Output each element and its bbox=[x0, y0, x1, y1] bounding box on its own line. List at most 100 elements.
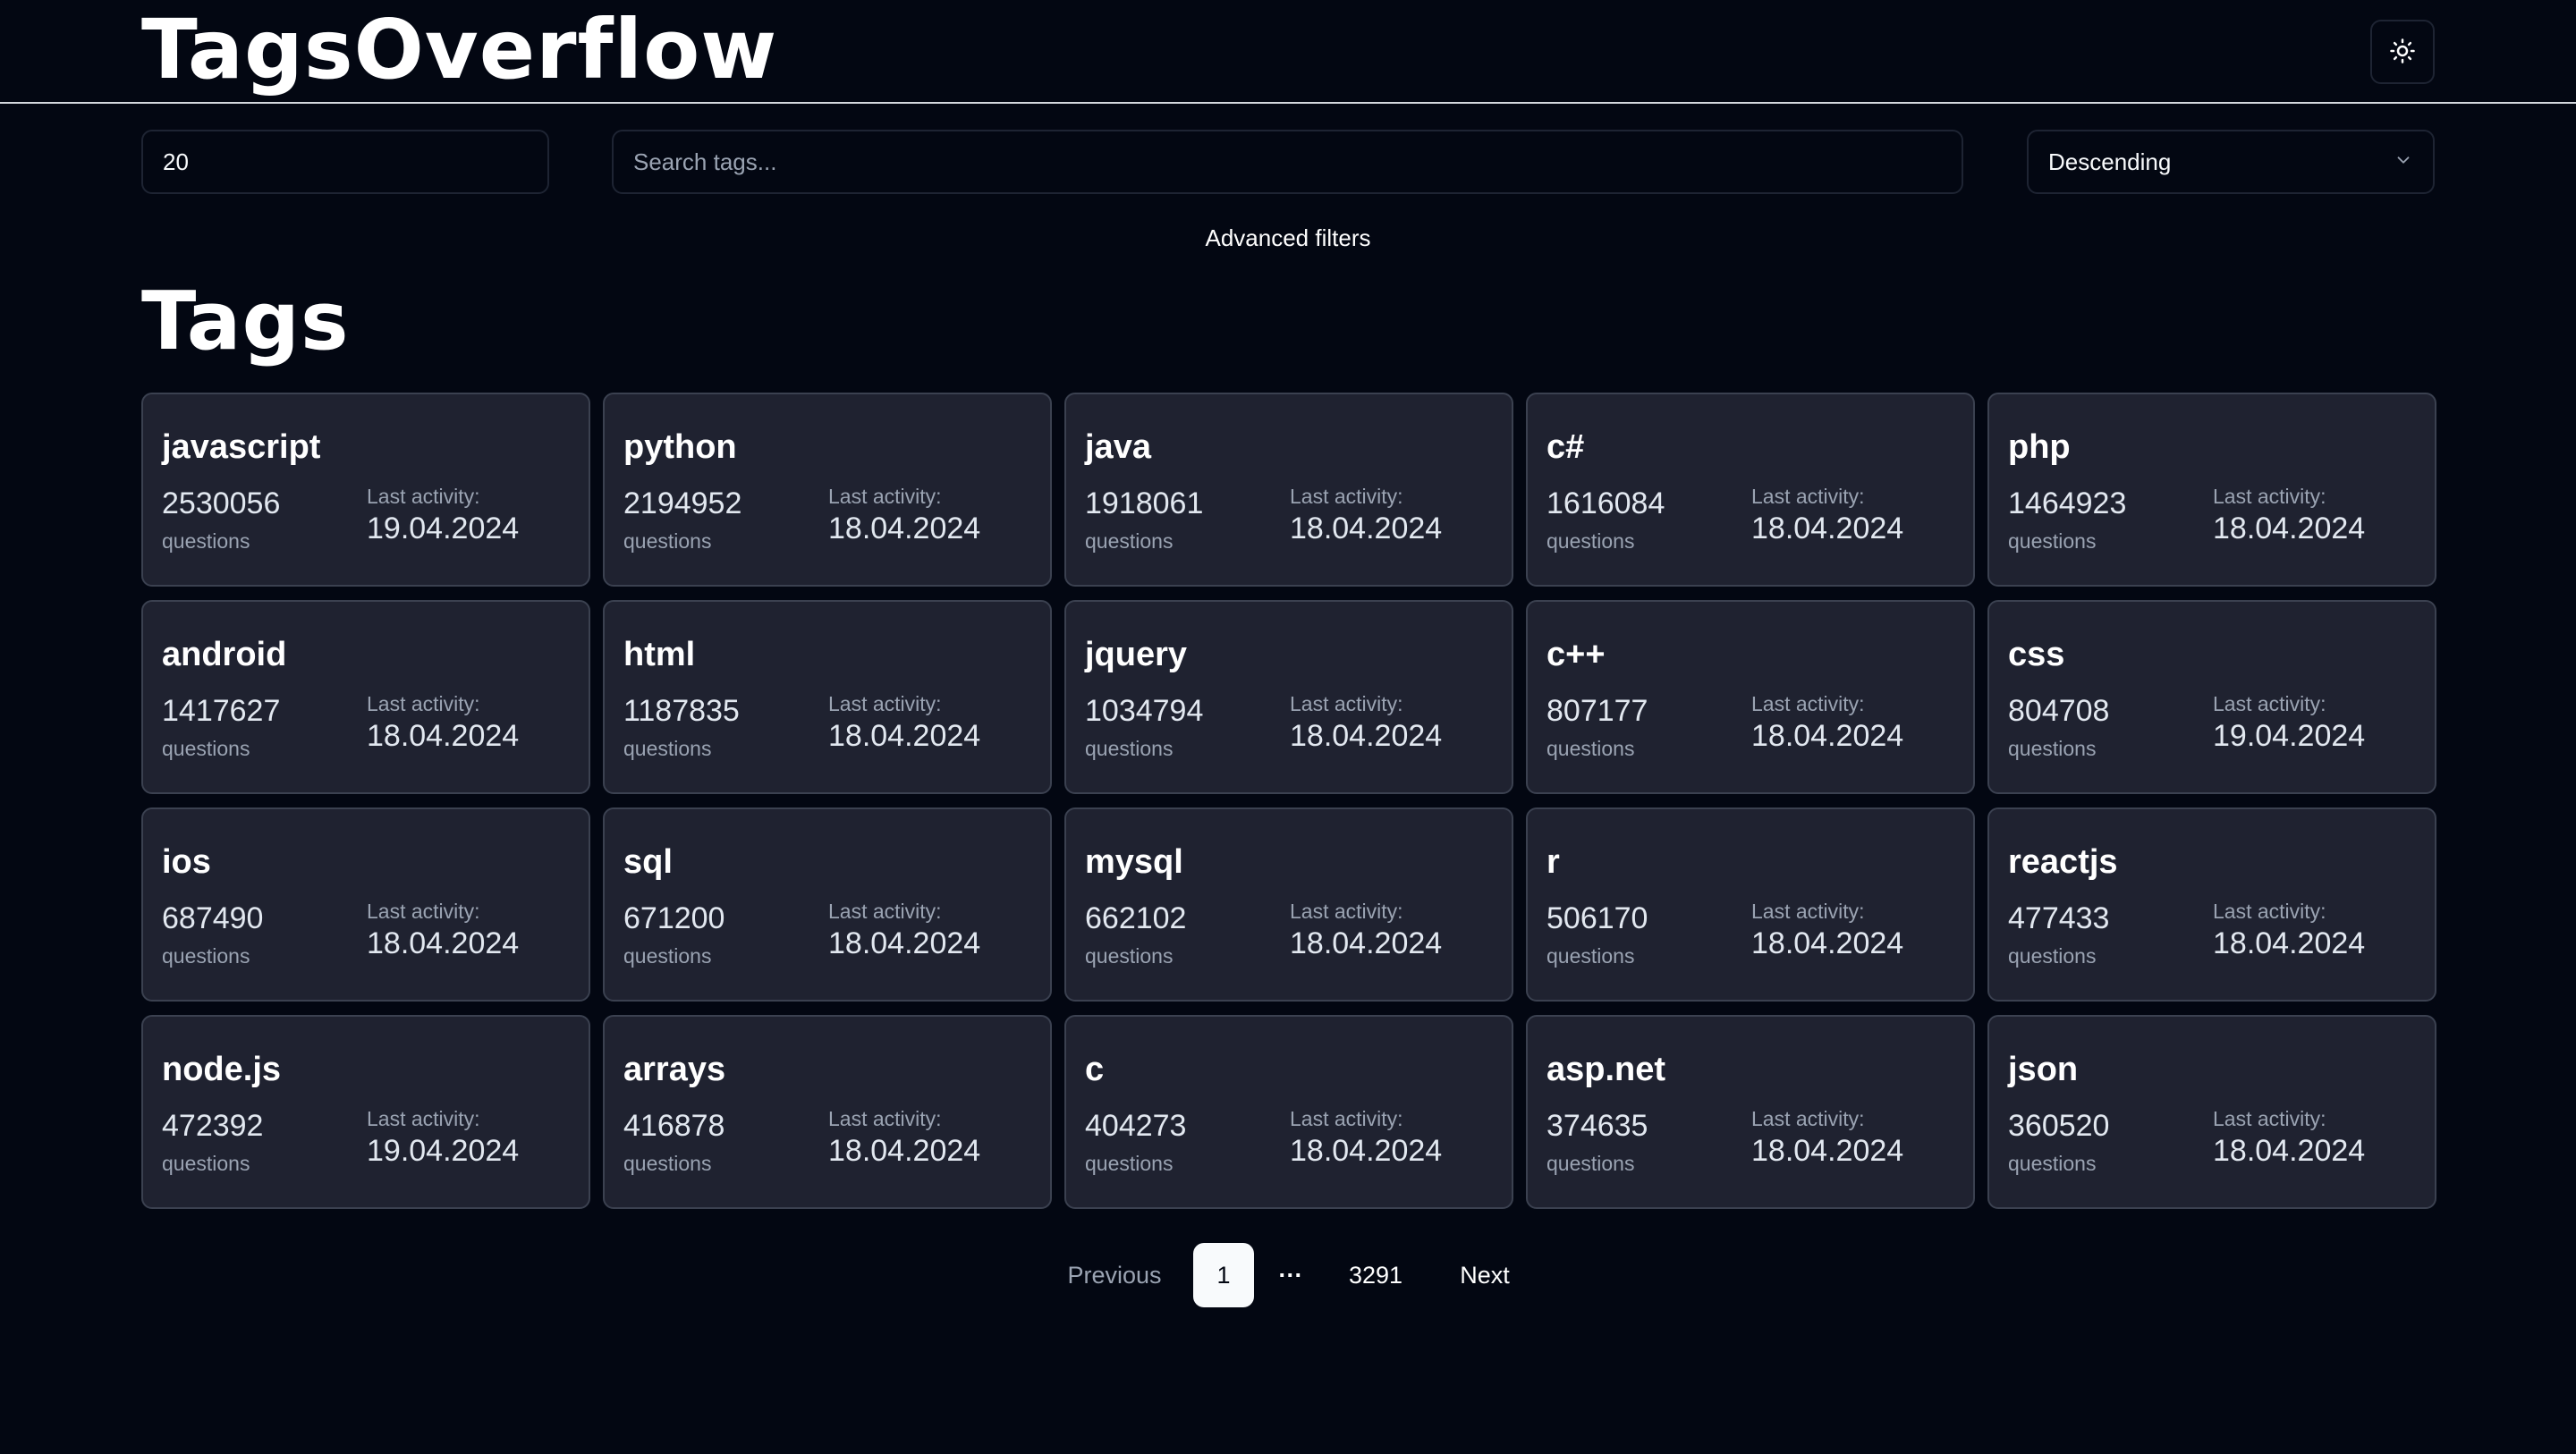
question-count: 472392 bbox=[162, 1109, 264, 1143]
tag-card[interactable]: ios 687490 questions Last activity: 18.04.20… bbox=[141, 807, 590, 1002]
question-count-label: questions bbox=[162, 529, 250, 553]
question-count-label: questions bbox=[1085, 529, 1174, 553]
last-activity-date: 18.04.2024 bbox=[828, 1134, 981, 1168]
sort-order-select[interactable]: Descending bbox=[2027, 130, 2435, 194]
last-activity-label: Last activity: bbox=[367, 692, 480, 715]
tag-name: ios bbox=[162, 843, 211, 881]
question-count-label: questions bbox=[2008, 944, 2097, 968]
last-activity-date: 18.04.2024 bbox=[1751, 926, 1904, 960]
theme-toggle-button[interactable] bbox=[2370, 20, 2435, 84]
question-count: 416878 bbox=[623, 1109, 725, 1143]
question-count-label: questions bbox=[1085, 944, 1174, 968]
tag-card[interactable]: python 2194952 questions Last activity: 18.0… bbox=[603, 393, 1052, 587]
previous-page-button[interactable]: Previous bbox=[1052, 1243, 1177, 1307]
question-count: 1918061 bbox=[1085, 486, 1204, 520]
question-count: 687490 bbox=[162, 901, 264, 935]
tag-card[interactable]: android 1417627 questions Last activity: 18.… bbox=[141, 600, 590, 794]
page-title: Tags bbox=[141, 275, 350, 368]
tag-card[interactable]: json 360520 questions Last activity: 18.04.2… bbox=[1987, 1015, 2436, 1209]
last-activity-date: 18.04.2024 bbox=[1751, 511, 1904, 545]
tag-card[interactable]: reactjs 477433 questions Last activity: 18.0… bbox=[1987, 807, 2436, 1002]
tag-card[interactable]: asp.net 374635 questions Last activity: 18.0… bbox=[1526, 1015, 1975, 1209]
last-page-button[interactable]: 3291 bbox=[1333, 1243, 1419, 1307]
last-activity-label: Last activity: bbox=[2213, 485, 2326, 508]
tag-card[interactable]: c++ 807177 questions Last activity: 18.04.20… bbox=[1526, 600, 1975, 794]
last-activity-date: 18.04.2024 bbox=[1290, 1134, 1443, 1168]
last-activity-date: 18.04.2024 bbox=[1290, 926, 1443, 960]
tag-name: asp.net bbox=[1546, 1051, 1666, 1088]
question-count: 1616084 bbox=[1546, 486, 1665, 520]
tag-card[interactable]: jquery 1034794 questions Last activity: 18.0… bbox=[1064, 600, 1513, 794]
page-size-input[interactable] bbox=[141, 130, 549, 194]
question-count-label: questions bbox=[2008, 529, 2097, 553]
last-activity-date: 18.04.2024 bbox=[2213, 926, 2366, 960]
tag-card[interactable]: css 804708 questions Last activity: 19.04.20… bbox=[1987, 600, 2436, 794]
tag-name: javascript bbox=[162, 428, 321, 466]
search-input[interactable] bbox=[612, 130, 1963, 194]
question-count: 2530056 bbox=[162, 486, 281, 520]
last-activity-label: Last activity: bbox=[828, 1107, 942, 1130]
tag-name: c# bbox=[1546, 428, 1585, 466]
last-activity-label: Last activity: bbox=[828, 692, 942, 715]
tag-name: jquery bbox=[1085, 636, 1188, 673]
question-count: 506170 bbox=[1546, 901, 1648, 935]
tag-name: reactjs bbox=[2008, 843, 2118, 881]
tag-name: android bbox=[162, 636, 287, 673]
last-activity-label: Last activity: bbox=[1290, 692, 1403, 715]
question-count: 360520 bbox=[2008, 1109, 2110, 1143]
question-count-label: questions bbox=[623, 529, 712, 553]
last-activity-label: Last activity: bbox=[367, 900, 480, 923]
question-count-label: questions bbox=[1546, 737, 1635, 760]
question-count: 1417627 bbox=[162, 694, 281, 728]
last-activity-label: Last activity: bbox=[2213, 1107, 2326, 1130]
last-activity-date: 18.04.2024 bbox=[2213, 1134, 2366, 1168]
top-bar: TagsOverflow bbox=[0, 0, 2576, 104]
tag-name: arrays bbox=[623, 1051, 726, 1088]
page-1-button[interactable]: 1 bbox=[1193, 1243, 1254, 1307]
tag-name: python bbox=[623, 428, 737, 466]
tag-card[interactable]: c 404273 questions Last activity: 18.04.2024 bbox=[1064, 1015, 1513, 1209]
last-activity-date: 18.04.2024 bbox=[2213, 511, 2366, 545]
tag-grid: javascript 2530056 questions Last activity:… bbox=[141, 393, 2436, 1209]
question-count: 404273 bbox=[1085, 1109, 1187, 1143]
question-count-label: questions bbox=[162, 944, 250, 968]
tag-name: html bbox=[623, 636, 696, 673]
tag-card[interactable]: arrays 416878 questions Last activity: 18.04… bbox=[603, 1015, 1052, 1209]
tag-card[interactable]: sql 671200 questions Last activity: 18.04.20… bbox=[603, 807, 1052, 1002]
question-count: 804708 bbox=[2008, 694, 2110, 728]
tag-card[interactable]: c# 1616084 questions Last activity: 18.04.20… bbox=[1526, 393, 1975, 587]
last-activity-date: 18.04.2024 bbox=[1751, 1134, 1904, 1168]
pagination: Previous 1 ··· 3291 Next bbox=[0, 1243, 2576, 1307]
last-activity-label: Last activity: bbox=[1751, 900, 1865, 923]
chevron-down-icon bbox=[2394, 148, 2413, 176]
last-activity-date: 19.04.2024 bbox=[2213, 719, 2366, 753]
last-activity-label: Last activity: bbox=[1290, 900, 1403, 923]
tag-name: c bbox=[1085, 1051, 1105, 1088]
question-count: 807177 bbox=[1546, 694, 1648, 728]
tag-card[interactable]: node.js 472392 questions Last activity: 19.0… bbox=[141, 1015, 590, 1209]
last-activity-label: Last activity: bbox=[1751, 1107, 1865, 1130]
next-page-button[interactable]: Next bbox=[1431, 1243, 1538, 1307]
tag-card[interactable]: java 1918061 questions Last activity: 18.04.… bbox=[1064, 393, 1513, 587]
tag-name: php bbox=[2008, 428, 2071, 466]
question-count-label: questions bbox=[162, 1152, 250, 1175]
tag-card[interactable]: mysql 662102 questions Last activity: 18.04.… bbox=[1064, 807, 1513, 1002]
last-activity-label: Last activity: bbox=[367, 1107, 480, 1130]
question-count-label: questions bbox=[162, 737, 250, 760]
question-count: 374635 bbox=[1546, 1109, 1648, 1143]
question-count-label: questions bbox=[2008, 737, 2097, 760]
last-activity-label: Last activity: bbox=[1751, 485, 1865, 508]
question-count: 477433 bbox=[2008, 901, 2110, 935]
tag-card[interactable]: php 1464923 questions Last activity: 18.04.2… bbox=[1987, 393, 2436, 587]
advanced-filters-toggle[interactable]: Advanced filters bbox=[1109, 220, 1467, 256]
last-activity-date: 18.04.2024 bbox=[828, 511, 981, 545]
tag-card[interactable]: r 506170 questions Last activity: 18.04.2024 bbox=[1526, 807, 1975, 1002]
question-count-label: questions bbox=[1546, 529, 1635, 553]
last-activity-label: Last activity: bbox=[2213, 900, 2326, 923]
question-count-label: questions bbox=[1546, 944, 1635, 968]
last-activity-label: Last activity: bbox=[2213, 692, 2326, 715]
tag-card[interactable]: javascript 2530056 questions Last activity:… bbox=[141, 393, 590, 587]
last-activity-label: Last activity: bbox=[1290, 1107, 1403, 1130]
tag-card[interactable]: html 1187835 questions Last activity: 18.04.… bbox=[603, 600, 1052, 794]
question-count: 1464923 bbox=[2008, 486, 2127, 520]
